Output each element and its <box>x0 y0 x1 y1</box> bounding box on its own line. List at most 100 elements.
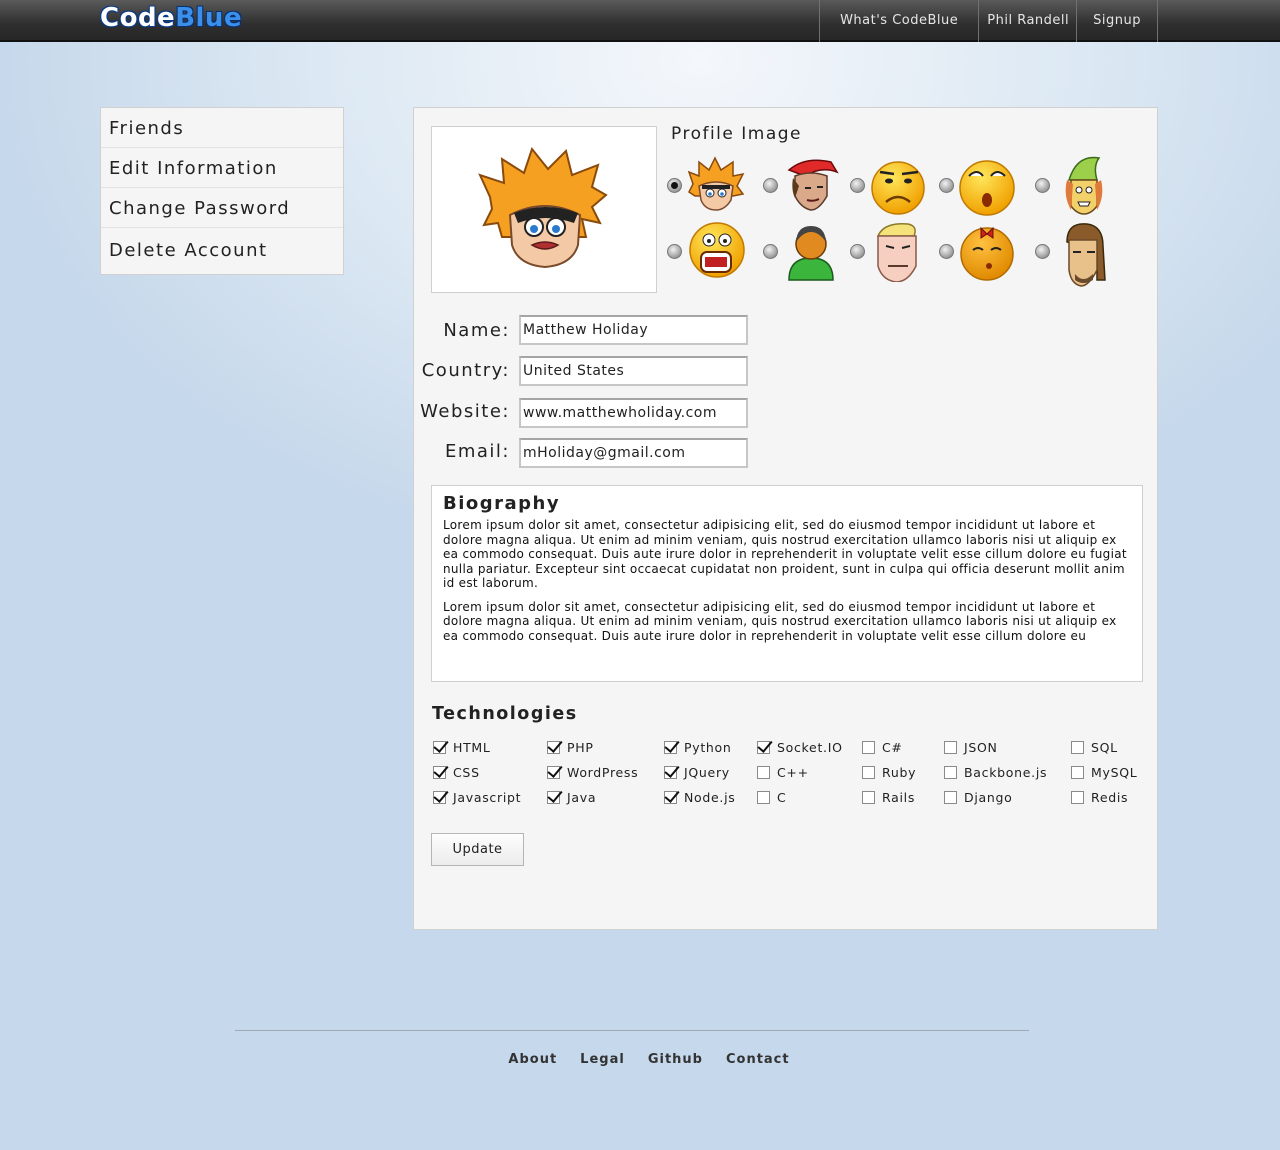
avatar-radio-selected[interactable] <box>667 178 682 193</box>
tech-checkbox-item[interactable]: Socket.IO <box>757 740 843 755</box>
tech-label: JSON <box>964 740 998 755</box>
website-label: Website: <box>420 401 510 422</box>
checkbox-checked[interactable] <box>547 766 560 779</box>
tech-checkbox-item[interactable]: WordPress <box>547 765 638 780</box>
avatar-option-screaming-smiley[interactable] <box>667 222 759 288</box>
surprised-smiley-icon <box>959 160 1015 216</box>
avatar-option-red-cap[interactable] <box>763 156 855 222</box>
tech-checkbox-item[interactable]: C# <box>862 740 903 755</box>
checkbox-unchecked[interactable] <box>757 791 770 804</box>
avatar-radio[interactable] <box>939 178 954 193</box>
footer-link-github[interactable]: Github <box>648 1052 703 1067</box>
avatar-option-blonde-muscle-man[interactable] <box>850 222 942 288</box>
biography-box[interactable]: Biography Lorem ipsum dolor sit amet, co… <box>431 485 1143 682</box>
tech-checkbox-item[interactable]: Ruby <box>862 765 916 780</box>
edit-profile-panel: Profile Image Name: Matthew Holiday Coun… <box>413 107 1158 930</box>
tech-label: WordPress <box>567 765 639 780</box>
sidebar-item-change-password[interactable]: Change Password <box>101 188 343 228</box>
tech-checkbox-item[interactable]: Rails <box>862 790 915 805</box>
avatar-radio[interactable] <box>1035 178 1050 193</box>
checkbox-unchecked[interactable] <box>944 766 957 779</box>
technologies-title: Technologies <box>432 704 578 724</box>
sidebar-item-friends[interactable]: Friends <box>101 108 343 148</box>
tech-checkbox-item[interactable]: HTML <box>433 740 491 755</box>
avatar-radio[interactable] <box>850 244 865 259</box>
avatar-option-green-hat-elf[interactable] <box>1035 156 1127 222</box>
footer-link-contact[interactable]: Contact <box>726 1052 790 1067</box>
biography-paragraph: Lorem ipsum dolor sit amet, consectetur … <box>443 599 1117 643</box>
tech-label: SQL <box>1091 740 1118 755</box>
checkbox-checked[interactable] <box>664 741 677 754</box>
tech-checkbox-item[interactable]: Backbone.js <box>944 765 1047 780</box>
checkbox-unchecked[interactable] <box>944 791 957 804</box>
checkbox-checked[interactable] <box>664 791 677 804</box>
tech-label: Javascript <box>453 790 522 805</box>
default-user-icon <box>788 226 834 281</box>
checkbox-checked[interactable] <box>547 791 560 804</box>
biography-title: Biography <box>443 493 561 514</box>
avatar-radio[interactable] <box>667 244 682 259</box>
footer-link-about[interactable]: About <box>508 1052 557 1067</box>
tech-checkbox-item[interactable]: SQL <box>1071 740 1118 755</box>
checkbox-checked[interactable] <box>547 741 560 754</box>
checkbox-checked[interactable] <box>433 791 446 804</box>
update-button[interactable]: Update <box>431 833 524 866</box>
avatar-radio[interactable] <box>939 244 954 259</box>
tech-checkbox-item[interactable]: JSON <box>944 740 998 755</box>
email-input[interactable] <box>519 438 748 468</box>
checkbox-checked[interactable] <box>757 741 770 754</box>
tech-checkbox-item[interactable]: CSS <box>433 765 480 780</box>
nav-whats-codeblue[interactable]: What's CodeBlue <box>819 0 978 42</box>
avatar-radio[interactable] <box>763 244 778 259</box>
avatar-option-red-bow-smiley[interactable] <box>939 222 1031 288</box>
avatar-radio[interactable] <box>850 178 865 193</box>
tech-checkbox-item[interactable]: Python <box>664 740 732 755</box>
checkbox-unchecked[interactable] <box>1071 791 1084 804</box>
checkbox-unchecked[interactable] <box>862 741 875 754</box>
sidebar-item-delete-account[interactable]: Delete Account <box>101 228 343 274</box>
tech-label: Java <box>567 790 597 805</box>
avatar-radio[interactable] <box>763 178 778 193</box>
avatar-radio[interactable] <box>1035 244 1050 259</box>
sidebar-item-edit-information[interactable]: Edit Information <box>101 148 343 188</box>
avatar-option-default-user[interactable] <box>763 222 855 288</box>
tech-checkbox-item[interactable]: Redis <box>1071 790 1128 805</box>
checkbox-unchecked[interactable] <box>862 791 875 804</box>
top-navigation-bar: CodeBlue What's CodeBlue Phil Randell Si… <box>0 0 1280 42</box>
checkbox-checked[interactable] <box>433 766 446 779</box>
tech-checkbox-item[interactable]: Java <box>547 790 596 805</box>
blonde-muscle-man-icon <box>876 223 917 282</box>
checkbox-unchecked[interactable] <box>944 741 957 754</box>
checkbox-unchecked[interactable] <box>1071 766 1084 779</box>
website-input[interactable] <box>519 398 748 428</box>
nav-signup[interactable]: Signup <box>1076 0 1158 42</box>
nav-user-profile[interactable]: Phil Randell <box>978 0 1076 42</box>
red-bow-smiley-icon <box>960 226 1014 281</box>
avatar-option-spiky-boy[interactable] <box>667 156 759 222</box>
checkbox-checked[interactable] <box>433 741 446 754</box>
country-input[interactable] <box>519 356 748 386</box>
avatar-option-surprised-smiley[interactable] <box>939 156 1031 222</box>
tech-checkbox-item[interactable]: C <box>757 790 786 805</box>
tech-checkbox-item[interactable]: JQuery <box>664 765 730 780</box>
top-nav: What's CodeBlue Phil Randell Signup <box>819 0 1158 42</box>
tech-checkbox-item[interactable]: MySQL <box>1071 765 1137 780</box>
current-avatar-preview <box>431 126 657 293</box>
tech-checkbox-item[interactable]: PHP <box>547 740 594 755</box>
checkbox-unchecked[interactable] <box>1071 741 1084 754</box>
checkbox-unchecked[interactable] <box>862 766 875 779</box>
checkbox-checked[interactable] <box>664 766 677 779</box>
long-hair-man-icon <box>1066 223 1106 287</box>
tech-checkbox-item[interactable]: Node.js <box>664 790 735 805</box>
tech-label: C <box>777 790 787 805</box>
tech-checkbox-item[interactable]: C++ <box>757 765 809 780</box>
name-input[interactable] <box>519 315 748 345</box>
tech-checkbox-item[interactable]: Django <box>944 790 1012 805</box>
checkbox-unchecked[interactable] <box>757 766 770 779</box>
tech-checkbox-item[interactable]: Javascript <box>433 790 521 805</box>
codeblue-logo[interactable]: CodeBlue <box>100 3 242 33</box>
avatar-option-frowning-smiley[interactable] <box>850 156 942 222</box>
tech-label: C# <box>882 740 903 755</box>
footer-link-legal[interactable]: Legal <box>580 1052 625 1067</box>
avatar-option-long-hair-man[interactable] <box>1035 222 1127 288</box>
